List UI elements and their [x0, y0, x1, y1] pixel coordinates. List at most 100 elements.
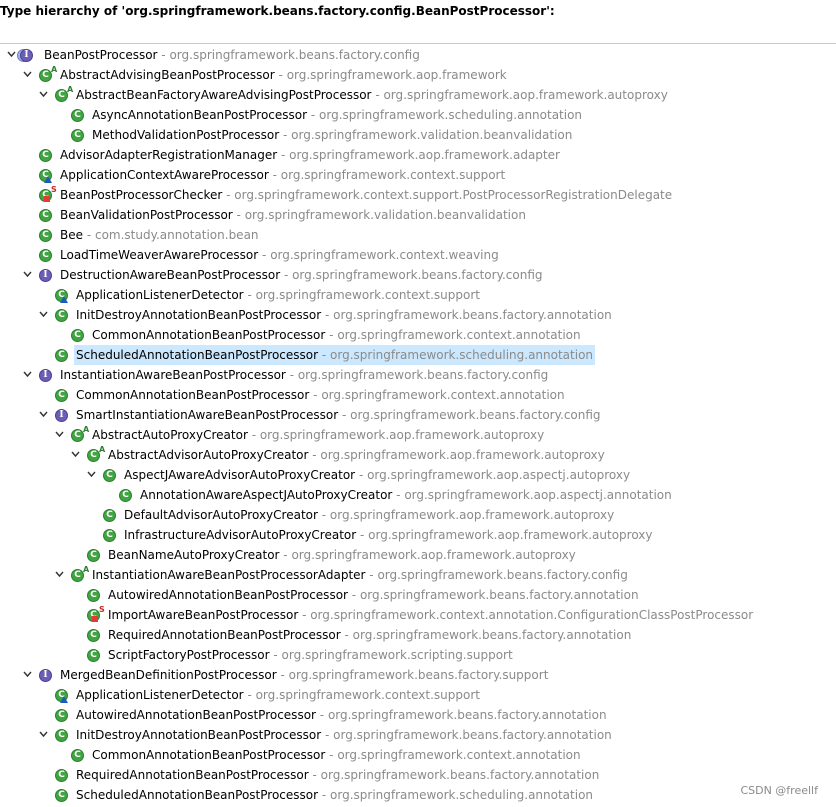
package-name: org.springframework.scheduling.annotatio… [319, 108, 583, 122]
tree-row[interactable]: C BeanValidationPostProcessor - org.sprin… [0, 205, 836, 225]
tree-row[interactable]: I BeanPostProcessor - org.springframework… [0, 45, 836, 65]
tree-item-label[interactable]: ApplicationListenerDetector - org.spring… [74, 685, 482, 705]
tree-row[interactable]: C Bee - com.study.annotation.bean [0, 225, 836, 245]
tree-row[interactable]: C CommonAnnotationBeanPostProcessor - org… [0, 745, 836, 765]
tree-item-label[interactable]: AbstractAutoProxyCreator - org.springfra… [90, 425, 546, 445]
tree-item-label[interactable]: AspectJAwareAdvisorAutoProxyCreator - or… [122, 465, 632, 485]
type-name: AutowiredAnnotationBeanPostProcessor [108, 588, 348, 602]
tree-item-label[interactable]: AutowiredAnnotationBeanPostProcessor - o… [74, 705, 609, 725]
tree-row[interactable]: C DefaultAdvisorAutoProxyCreator - org.sp… [0, 505, 836, 525]
tree-item-label[interactable]: Bee - com.study.annotation.bean [58, 225, 261, 245]
separator: - [318, 348, 331, 362]
tree-row[interactable]: I MergedBeanDefinitionPostProcessor - org… [0, 665, 836, 685]
chevron-down-icon[interactable] [22, 65, 34, 85]
tree-item-label[interactable]: BeanNameAutoProxyCreator - org.springfra… [106, 545, 578, 565]
tree-item-label[interactable]: DefaultAdvisorAutoProxyCreator - org.spr… [122, 505, 616, 525]
tree-item-label[interactable]: BeanValidationPostProcessor - org.spring… [58, 205, 528, 225]
tree-item-label[interactable]: InstantiationAwareBeanPostProcessorAdapt… [90, 565, 630, 585]
separator: - [355, 468, 368, 482]
tree-item-label[interactable]: SmartInstantiationAwareBeanPostProcessor… [74, 405, 603, 425]
tree-item-label[interactable]: BeanPostProcessor - org.springframework.… [42, 45, 422, 65]
chevron-down-icon[interactable] [54, 565, 66, 585]
tree-row[interactable]: I InstantiationAwareBeanPostProcessor - o… [0, 365, 836, 385]
class-icon: C [36, 225, 56, 245]
tree-item-label[interactable]: RequiredAnnotationBeanPostProcessor - or… [106, 625, 633, 645]
tree-item-label[interactable]: RequiredAnnotationBeanPostProcessor - or… [74, 765, 601, 785]
type-name: MethodValidationPostProcessor [92, 128, 280, 142]
tree-row[interactable]: C A InstantiationAwareBeanPostProcessorAda… [0, 565, 836, 585]
tree-row[interactable]: C AutowiredAnnotationBeanPostProcessor - … [0, 705, 836, 725]
separator: - [277, 148, 290, 162]
tree-row[interactable]: C LoadTimeWeaverAwareProcessor - org.spri… [0, 245, 836, 265]
tree-row[interactable]: C AnnotationAwareAspectJAutoProxyCreator … [0, 485, 836, 505]
tree-item-label[interactable]: MethodValidationPostProcessor - org.spri… [90, 125, 574, 145]
tree-item-label[interactable]: ScriptFactoryPostProcessor - org.springf… [106, 645, 515, 665]
tree-row[interactable]: C AutowiredAnnotationBeanPostProcessor - … [0, 585, 836, 605]
tree-row[interactable]: C AsyncAnnotationBeanPostProcessor - org.… [0, 105, 836, 125]
tree-row[interactable]: C InitDestroyAnnotationBeanPostProcessor … [0, 725, 836, 745]
tree-item-label[interactable]: AutowiredAnnotationBeanPostProcessor - o… [106, 585, 641, 605]
tree-row[interactable]: C RequiredAnnotationBeanPostProcessor - o… [0, 765, 836, 785]
tree-item-label[interactable]: InfrastructureAdvisorAutoProxyCreator - … [122, 525, 655, 545]
separator: - [157, 48, 170, 62]
tree-row[interactable]: C A AbstractAdvisingBeanPostProcessor - or… [0, 65, 836, 85]
tree-row[interactable]: C InfrastructureAdvisorAutoProxyCreator -… [0, 525, 836, 545]
tree-item-label[interactable]: ImportAwareBeanPostProcessor - org.sprin… [106, 605, 755, 625]
tree-item-label[interactable]: AbstractAdvisorAutoProxyCreator - org.sp… [106, 445, 607, 465]
tree-row[interactable]: C ApplicationContextAwareProcessor - org.… [0, 165, 836, 185]
tree-item-label[interactable]: DestructionAwareBeanPostProcessor - org.… [58, 265, 545, 285]
tree-item-label[interactable]: AdvisorAdapterRegistrationManager - org.… [58, 145, 562, 165]
tree-row[interactable]: C CommonAnnotationBeanPostProcessor - org… [0, 385, 836, 405]
tree-item-label[interactable]: AbstractBeanFactoryAwareAdvisingPostProc… [74, 85, 670, 105]
tree-row[interactable]: C ApplicationListenerDetector - org.sprin… [0, 685, 836, 705]
chevron-down-icon[interactable] [38, 405, 50, 425]
separator: - [83, 228, 95, 242]
chevron-down-icon[interactable] [22, 365, 34, 385]
chevron-down-icon[interactable] [38, 305, 50, 325]
tree-row[interactable]: C S ImportAwareBeanPostProcessor - org.spr… [0, 605, 836, 625]
tree-row[interactable]: C ApplicationListenerDetector - org.sprin… [0, 285, 836, 305]
tree-row[interactable]: C AdvisorAdapterRegistrationManager - org… [0, 145, 836, 165]
tree-item-label[interactable]: CommonAnnotationBeanPostProcessor - org.… [90, 745, 583, 765]
package-name: org.springframework.context.support [280, 168, 506, 182]
tree-row[interactable]: C ScriptFactoryPostProcessor - org.spring… [0, 645, 836, 665]
tree-row[interactable]: C A AbstractAutoProxyCreator - org.springf… [0, 425, 836, 445]
chevron-down-icon[interactable] [54, 425, 66, 445]
tree-item-label[interactable]: InstantiationAwareBeanPostProcessor - or… [58, 365, 550, 385]
tree-row[interactable]: C S BeanPostProcessorChecker - org.springf… [0, 185, 836, 205]
tree-item-label[interactable]: LoadTimeWeaverAwareProcessor - org.sprin… [58, 245, 501, 265]
tree-row[interactable]: C ScheduledAnnotationBeanPostProcessor - … [0, 785, 836, 805]
tree-item-label[interactable]: InitDestroyAnnotationBeanPostProcessor -… [74, 305, 614, 325]
chevron-down-icon[interactable] [22, 665, 34, 685]
tree-row[interactable]: C BeanNameAutoProxyCreator - org.springfr… [0, 545, 836, 565]
chevron-down-icon[interactable] [70, 445, 82, 465]
chevron-down-icon[interactable] [86, 465, 98, 485]
tree-item-label[interactable]: ScheduledAnnotationBeanPostProcessor - o… [74, 345, 596, 365]
tree-item-label[interactable]: ScheduledAnnotationBeanPostProcessor - o… [74, 785, 595, 805]
tree-item-label[interactable]: CommonAnnotationBeanPostProcessor - org.… [90, 325, 583, 345]
tree-row[interactable]: C ScheduledAnnotationBeanPostProcessor - … [0, 345, 836, 365]
chevron-down-icon[interactable] [38, 725, 50, 745]
separator: - [308, 768, 321, 782]
tree-row[interactable]: C AspectJAwareAdvisorAutoProxyCreator - o… [0, 465, 836, 485]
tree-row[interactable]: I SmartInstantiationAwareBeanPostProcesso… [0, 405, 836, 425]
tree-item-label[interactable]: AbstractAdvisingBeanPostProcessor - org.… [58, 65, 509, 85]
tree-row[interactable]: C CommonAnnotationBeanPostProcessor - org… [0, 325, 836, 345]
tree-item-label[interactable]: ApplicationListenerDetector - org.spring… [74, 285, 482, 305]
tree-item-label[interactable]: InitDestroyAnnotationBeanPostProcessor -… [74, 725, 614, 745]
tree-item-label[interactable]: MergedBeanDefinitionPostProcessor - org.… [58, 665, 550, 685]
chevron-down-icon[interactable] [38, 85, 50, 105]
chevron-down-icon[interactable] [22, 265, 34, 285]
class-icon: CA [68, 565, 89, 585]
tree-row[interactable]: I DestructionAwareBeanPostProcessor - org… [0, 265, 836, 285]
tree-row[interactable]: C InitDestroyAnnotationBeanPostProcessor … [0, 305, 836, 325]
tree-item-label[interactable]: AnnotationAwareAspectJAutoProxyCreator -… [138, 485, 674, 505]
tree-row[interactable]: C MethodValidationPostProcessor - org.spr… [0, 125, 836, 145]
tree-item-label[interactable]: CommonAnnotationBeanPostProcessor - org.… [74, 385, 567, 405]
tree-item-label[interactable]: BeanPostProcessorChecker - org.springfra… [58, 185, 674, 205]
tree-item-label[interactable]: ApplicationContextAwareProcessor - org.s… [58, 165, 507, 185]
tree-item-label[interactable]: AsyncAnnotationBeanPostProcessor - org.s… [90, 105, 584, 125]
tree-row[interactable]: C RequiredAnnotationBeanPostProcessor - o… [0, 625, 836, 645]
tree-row[interactable]: C A AbstractBeanFactoryAwareAdvisingPostPr… [0, 85, 836, 105]
tree-row[interactable]: C A AbstractAdvisorAutoProxyCreator - org.… [0, 445, 836, 465]
